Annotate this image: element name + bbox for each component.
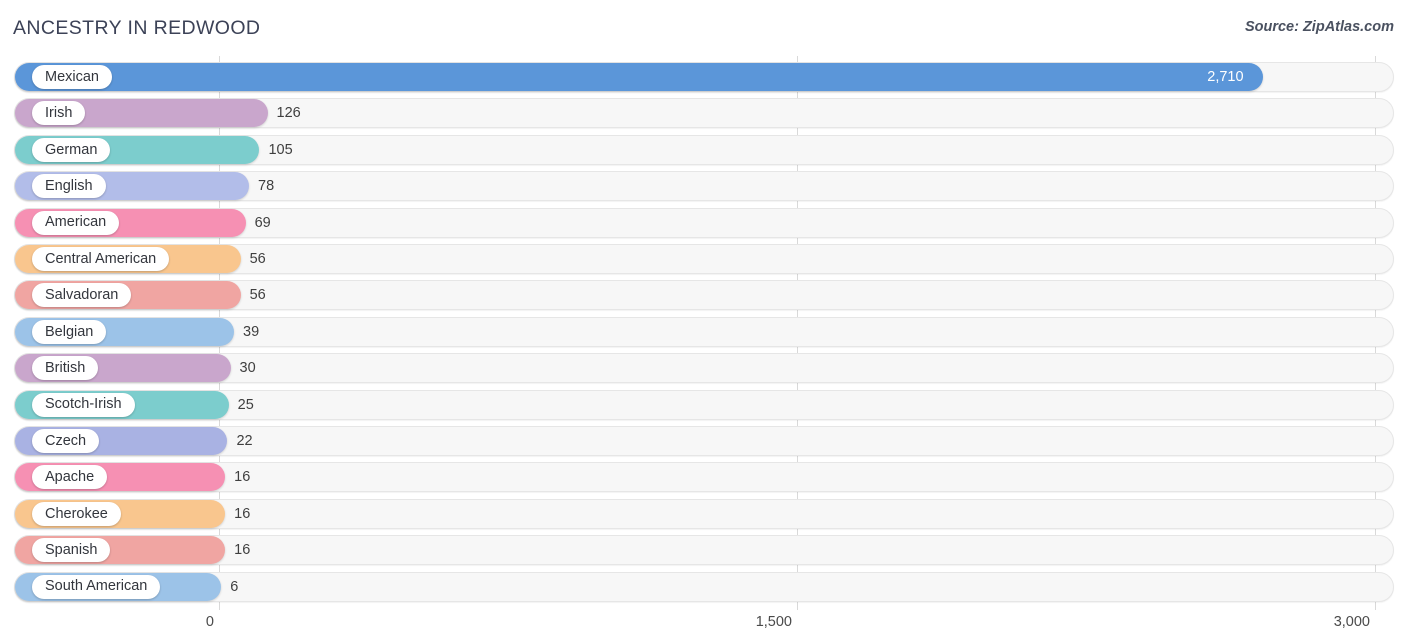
category-label: Czech <box>45 432 87 449</box>
category-label: Spanish <box>45 541 98 558</box>
x-tick-label: 3,000 <box>1333 614 1370 630</box>
bar-value: 16 <box>234 505 251 522</box>
bar-value: 39 <box>243 323 260 340</box>
bar-value: 56 <box>249 251 266 267</box>
category-label-pill: German <box>32 137 111 162</box>
table-row[interactable]: American 69 <box>0 207 1406 238</box>
category-label-pill: Salvadoran <box>32 283 132 308</box>
table-row[interactable]: English 78 <box>0 171 1406 202</box>
category-label-pill: Spanish <box>32 538 111 563</box>
x-tick-label: 1,500 <box>755 614 792 630</box>
bar-value: 69 <box>254 214 271 231</box>
bar-rows: Mexican 2,710 Irish 126 German 105 English 78 Am… <box>0 56 1406 606</box>
x-axis: 0 1,500 3,000 <box>0 606 1406 644</box>
category-label: Belgian <box>45 323 94 340</box>
table-row[interactable]: Salvadoran 56 <box>0 280 1406 311</box>
category-label: Scotch-Irish <box>45 396 122 413</box>
plot-area: Mexican 2,710 Irish 126 German 105 English 78 Am… <box>0 56 1406 610</box>
table-row[interactable]: Spanish 16 <box>0 535 1406 566</box>
category-label-pill: Central American <box>32 247 170 271</box>
category-label-pill: Irish <box>32 101 86 126</box>
category-label-pill: Czech <box>32 429 100 453</box>
bar-value: 126 <box>276 105 301 122</box>
category-label: Cherokee <box>45 505 108 522</box>
table-row[interactable]: Apache 16 <box>0 462 1406 493</box>
category-label: English <box>45 177 93 194</box>
bar-value: 22 <box>236 433 253 449</box>
bar[interactable] <box>15 63 1264 91</box>
bar-value: 30 <box>239 360 256 377</box>
table-row[interactable]: South American 6 <box>0 571 1406 602</box>
category-label: American <box>45 214 107 231</box>
source-attribution: Source: ZipAtlas.com <box>1244 19 1394 35</box>
chart-page: ANCESTRY IN REDWOOD Source: ZipAtlas.com… <box>0 0 1406 644</box>
bar-value: 16 <box>234 542 251 559</box>
bar-value-inside: 2,710 <box>1207 69 1244 85</box>
category-label: Irish <box>45 105 73 122</box>
category-label: German <box>45 141 98 158</box>
category-label: South American <box>45 578 148 595</box>
table-row[interactable]: German 105 <box>0 134 1406 165</box>
x-tick-label: 0 <box>205 614 214 630</box>
bar-value: 25 <box>237 396 254 413</box>
bar-value: 16 <box>234 469 251 486</box>
category-label-pill: Cherokee <box>32 501 121 526</box>
category-label: Mexican <box>45 68 99 85</box>
category-label-pill: Mexican <box>32 65 112 89</box>
category-label-pill: Belgian <box>32 319 107 344</box>
table-row[interactable]: Central American 56 <box>0 244 1406 274</box>
table-row[interactable]: Irish 126 <box>0 98 1406 129</box>
table-row[interactable]: Mexican 2,710 <box>0 62 1406 92</box>
page-title: ANCESTRY IN REDWOOD <box>13 17 261 39</box>
category-label: Apache <box>45 469 95 486</box>
category-label-pill: Apache <box>32 465 108 490</box>
category-label-pill: South American <box>32 574 161 599</box>
bar-value: 6 <box>230 578 239 595</box>
table-row[interactable]: British 30 <box>0 353 1406 384</box>
table-row[interactable]: Cherokee 16 <box>0 498 1406 529</box>
bar-value: 105 <box>268 141 293 158</box>
category-label-pill: British <box>32 356 99 381</box>
category-label: Central American <box>45 250 157 267</box>
bar-value: 78 <box>258 178 275 195</box>
category-label-pill: Scotch-Irish <box>32 392 135 417</box>
category-label: British <box>45 359 86 376</box>
table-row[interactable]: Czech 22 <box>0 426 1406 456</box>
category-label-pill: American <box>32 210 120 235</box>
table-row[interactable]: Scotch-Irish 25 <box>0 389 1406 420</box>
category-label-pill: English <box>32 174 106 199</box>
category-label: Salvadoran <box>45 287 119 304</box>
bar-value: 56 <box>249 287 266 304</box>
table-row[interactable]: Belgian 39 <box>0 316 1406 347</box>
